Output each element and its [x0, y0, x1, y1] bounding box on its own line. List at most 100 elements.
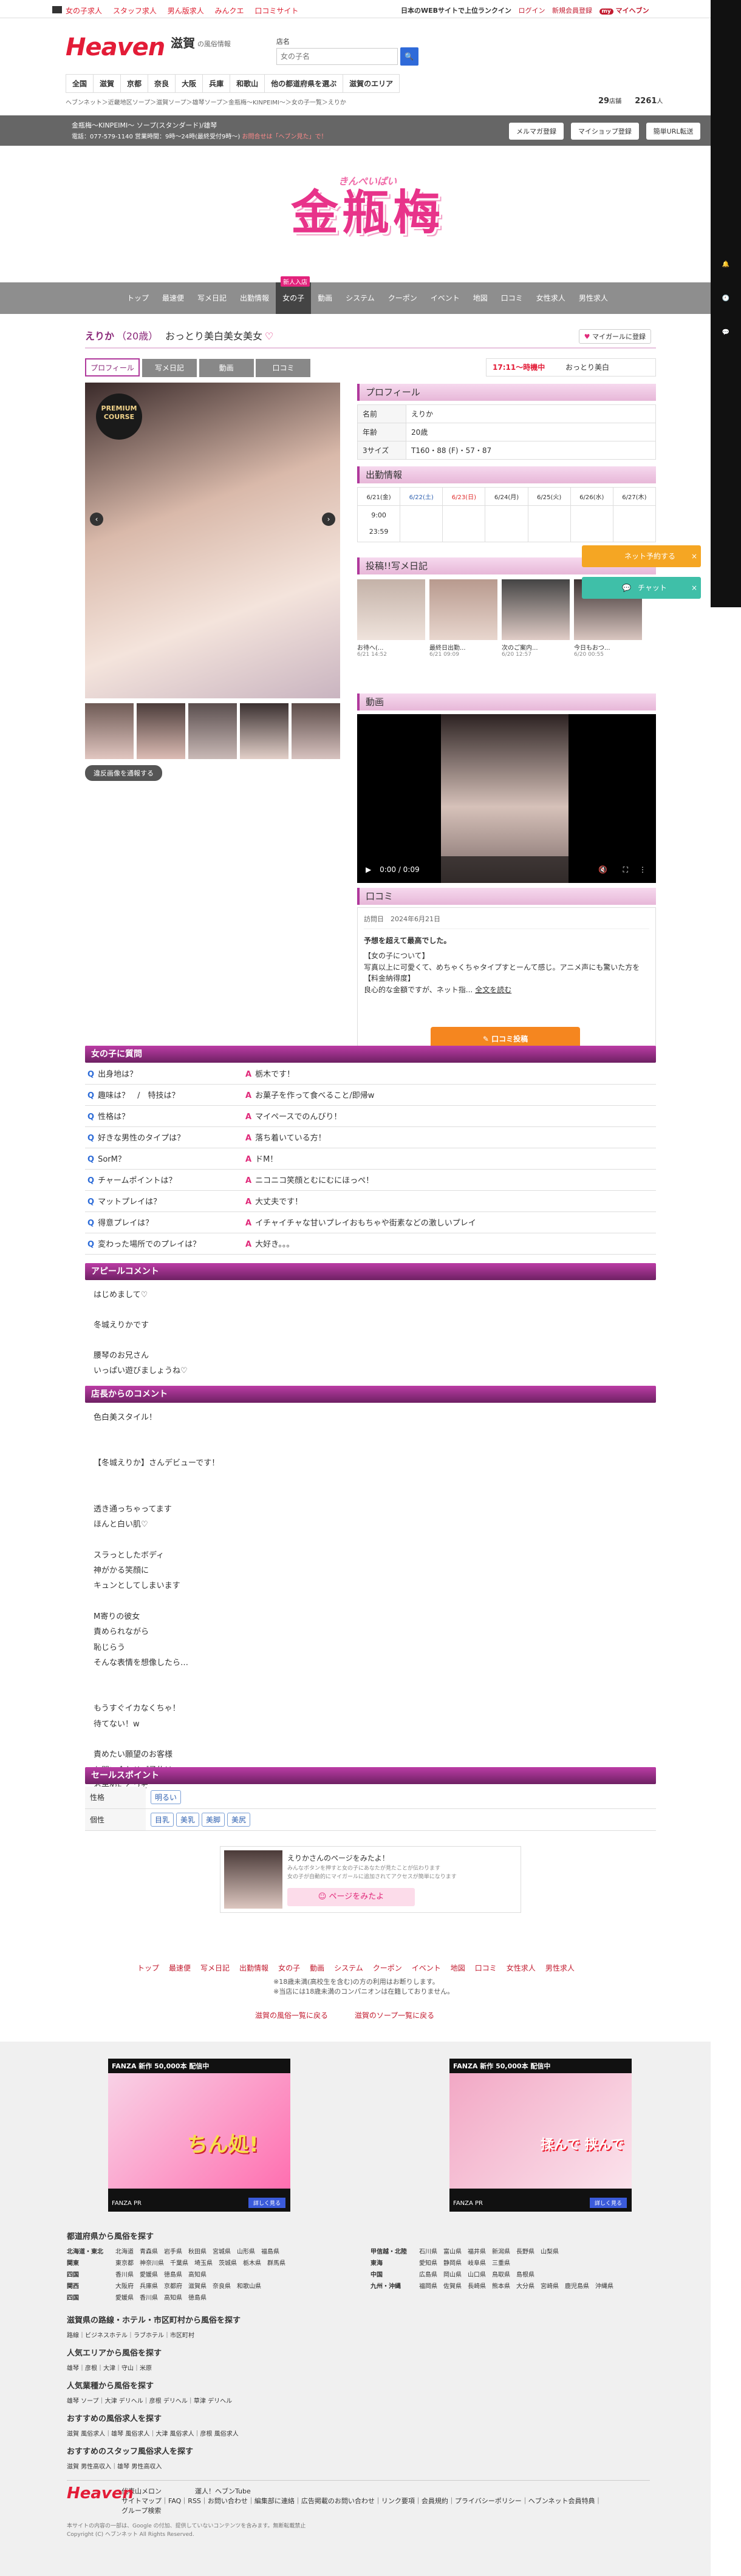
footer-nav-link[interactable]: 女性求人 [507, 1964, 536, 1972]
menu-event[interactable]: イベント [424, 282, 466, 314]
top-link[interactable]: みんクエ [215, 7, 244, 15]
diary-item[interactable]: 次のご案内... 6/20 12:57 [502, 579, 570, 658]
footer-section-links[interactable]: 滋賀 男性高収入｜雄琴 男性高収入 [67, 2461, 650, 2470]
saw-page-button[interactable]: ☺ ページをみたよ [287, 1888, 415, 1906]
menu-system[interactable]: システム [339, 282, 381, 314]
diary-item[interactable]: 最終日出勤... 6/21 09:09 [429, 579, 497, 658]
sales-tag[interactable]: 美乳 [176, 1812, 200, 1827]
report-button[interactable]: 違反画像を通報する [85, 765, 162, 781]
photo-thumb[interactable] [240, 703, 289, 759]
site-logo[interactable]: Heaven [66, 33, 165, 61]
footer-nav-link[interactable]: 出勤情報 [239, 1964, 268, 1972]
diary-item[interactable]: お待へ(... 6/21 14:52 [357, 579, 425, 658]
region-prefs[interactable]: 福岡県 佐賀県 長崎県 熊本県 大分県 宮崎県 鹿児島県 沖縄県 [419, 2283, 613, 2290]
footer-line[interactable]: グループ検索 [121, 2506, 650, 2516]
area-item[interactable]: 兵庫 [203, 75, 231, 92]
top-link[interactable]: 口コミサイト [254, 7, 298, 15]
menu-coupon[interactable]: クーポン [381, 282, 424, 314]
footer-nav-link[interactable]: 最速便 [169, 1964, 191, 1972]
footer-nav-link[interactable]: システム [334, 1964, 363, 1972]
area-item[interactable]: 京都 [121, 75, 149, 92]
ad-banner[interactable]: FANZA 新作 50,000本 配信中 揉んで 挟んで FANZA PR 詳し… [449, 2059, 632, 2212]
fullscreen-icon[interactable]: ⛶ [623, 856, 628, 883]
main-photo[interactable]: PREMIUM COURSE ‹ › [85, 383, 340, 698]
footer-nav-link[interactable]: 女の子 [278, 1964, 300, 1972]
footer-nav-link[interactable]: 地図 [451, 1964, 465, 1972]
menu-icon[interactable] [52, 6, 62, 13]
region-prefs[interactable]: 広島県 岡山県 山口県 鳥取県 島根県 [419, 2272, 534, 2278]
footer-section-links[interactable]: 雄琴 ソープ｜大津 デリヘル｜彦根 デリヘル｜草津 デリヘル [67, 2396, 650, 2405]
footer-section-links[interactable]: 路線｜ビジネスホテル｜ラブホテル｜市区町村 [67, 2330, 650, 2339]
search-button[interactable]: 🔍 [400, 47, 418, 66]
photo-thumb[interactable] [292, 703, 340, 759]
region-prefs[interactable]: 愛媛県 香川県 高知県 徳島県 [115, 2295, 207, 2302]
chat-button[interactable]: 💬 チャット × [582, 577, 701, 599]
footer-nav-link[interactable]: クーポン [373, 1964, 402, 1972]
ad-banner[interactable]: FANZA 新作 50,000本 配信中 ちん処! FANZA PR 詳しく見る [108, 2059, 290, 2212]
ad-button[interactable]: 詳しく見る [589, 2198, 627, 2208]
region-prefs[interactable]: 石川県 富山県 福井県 新潟県 長野県 山梨県 [419, 2249, 559, 2255]
read-more-link[interactable]: 全文を読む [475, 986, 511, 994]
sales-tag[interactable]: 明るい [151, 1790, 182, 1805]
menu-girls[interactable]: 女の子 [276, 282, 312, 314]
back-link[interactable]: 滋賀のソープ一覧に戻る [355, 2011, 434, 2020]
chat-icon[interactable]: 💬 [715, 329, 736, 357]
url-transfer-button[interactable]: 簡単URL転送 [646, 123, 701, 140]
register-link[interactable]: 新規会員登録 [552, 7, 592, 15]
more-options-icon[interactable]: ⋮ [639, 856, 646, 883]
area-item[interactable]: 滋賀のエリア [343, 75, 400, 92]
menu-map[interactable]: 地図 [466, 282, 494, 314]
footer-nav-link[interactable]: トップ [137, 1964, 159, 1972]
menu-schedule[interactable]: 出勤情報 [233, 282, 276, 314]
footer-nav-link[interactable]: 男性求人 [545, 1964, 575, 1972]
close-icon[interactable]: × [691, 577, 697, 599]
area-item[interactable]: 和歌山 [230, 75, 265, 92]
menu-male-job[interactable]: 男性求人 [572, 282, 615, 314]
search-input[interactable] [276, 48, 398, 65]
my-heaven-link[interactable]: my マイヘブン [599, 7, 649, 15]
mute-icon[interactable]: 🔇 [598, 856, 607, 883]
top-link[interactable]: 男ん版求人 [168, 7, 204, 15]
sales-tag[interactable]: 美脚 [202, 1812, 225, 1827]
fav-button[interactable]: ♥ マイガールに登録 [578, 329, 651, 344]
menu-review[interactable]: 口コミ [494, 282, 530, 314]
footer-nav-link[interactable]: 動画 [310, 1964, 324, 1972]
tab-profile[interactable]: プロフィール [85, 358, 140, 377]
footer-line[interactable]: 代表山メロン 運人！ヘブンTube [121, 2487, 650, 2496]
region-prefs[interactable]: 香川県 愛媛県 徳島県 高知県 [115, 2272, 207, 2278]
area-item[interactable]: 奈良 [148, 75, 176, 92]
tab-diary[interactable]: 写メ日記 [142, 359, 197, 377]
menu-video[interactable]: 動画 [311, 282, 339, 314]
menu-female-job[interactable]: 女性求人 [530, 282, 572, 314]
play-icon[interactable]: ▶ [366, 865, 371, 874]
ad-button[interactable]: 詳しく見る [248, 2198, 285, 2208]
next-photo-icon[interactable]: › [322, 513, 335, 526]
myshop-button[interactable]: マイショップ登録 [570, 123, 639, 140]
back-link[interactable]: 滋賀の風俗一覧に戻る [255, 2011, 328, 2020]
area-item[interactable]: 大阪 [176, 75, 203, 92]
mailmag-button[interactable]: メルマガ登録 [509, 123, 564, 140]
area-item[interactable]: 全国 [66, 75, 94, 92]
area-item[interactable]: 他の都道府県を選ぶ [265, 75, 344, 92]
footer-nav-link[interactable]: 写メ日記 [200, 1964, 230, 1972]
prev-photo-icon[interactable]: ‹ [90, 513, 103, 526]
video-player[interactable]: ▶ 0:00 / 0:09 🔇 ⛶ ⋮ [357, 714, 656, 883]
footer-nav-link[interactable]: イベント [412, 1964, 441, 1972]
close-icon[interactable]: × [691, 545, 697, 567]
net-reserve-button[interactable]: ネット予約する × [582, 545, 701, 567]
footer-line[interactable]: サイトマップ｜FAQ｜RSS｜お問い合わせ｜編集部に連絡｜広告掲載のお問い合わせ… [121, 2496, 650, 2506]
history-icon[interactable]: 🕘 [715, 295, 736, 323]
footer-section-links[interactable]: 雄琴｜彦根｜大津｜守山｜米原 [67, 2363, 650, 2372]
menu-top[interactable]: トップ [120, 282, 155, 314]
footer-section-links[interactable]: 滋賀 風俗求人｜雄琴 風俗求人｜大津 風俗求人｜彦根 風俗求人 [67, 2428, 650, 2438]
top-link[interactable]: スタッフ求人 [113, 7, 157, 15]
menu-diary[interactable]: 写メ日記 [191, 282, 233, 314]
menu-fast[interactable]: 最速便 [155, 282, 191, 314]
region-prefs[interactable]: 東京都 神奈川県 千葉県 埼玉県 茨城県 栃木県 群馬県 [115, 2260, 285, 2267]
tab-review[interactable]: 口コミ [256, 359, 311, 377]
sales-tag[interactable]: 目乳 [151, 1812, 174, 1827]
region-prefs[interactable]: 大阪府 兵庫県 京都府 滋賀県 奈良県 和歌山県 [115, 2283, 261, 2290]
photo-thumb[interactable] [188, 703, 237, 759]
sales-tag[interactable]: 美尻 [227, 1812, 251, 1827]
region-prefs[interactable]: 愛知県 静岡県 岐阜県 三重県 [419, 2260, 510, 2267]
